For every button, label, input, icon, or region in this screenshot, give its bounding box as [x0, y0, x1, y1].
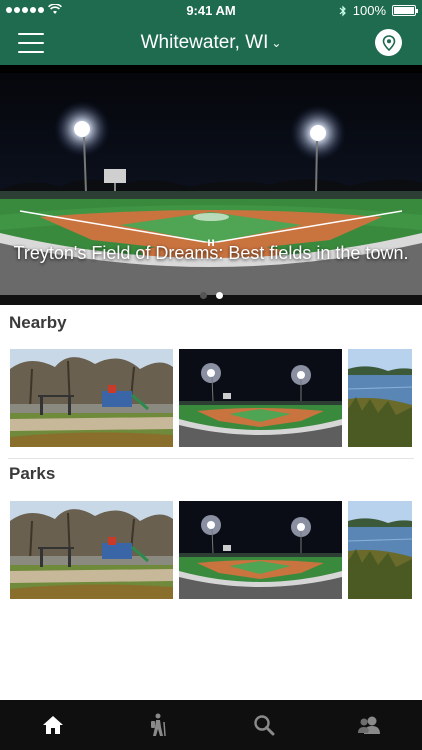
location-selector[interactable]: Whitewater, WI ⌄	[0, 32, 422, 54]
search-icon	[254, 715, 275, 736]
parks-item-lake[interactable]	[348, 501, 412, 599]
parks-item-playground[interactable]	[10, 501, 173, 599]
hiker-icon	[151, 713, 166, 737]
carousel-page-indicator[interactable]	[0, 292, 422, 299]
status-bar: 9:41 AM 100%	[0, 0, 422, 22]
baseball-field-photo: H	[0, 65, 422, 305]
tab-hike[interactable]	[106, 700, 212, 750]
tab-friends[interactable]	[317, 700, 422, 750]
users-icon	[358, 716, 381, 734]
lake-photo	[348, 349, 412, 447]
playground-photo	[10, 501, 173, 599]
nearby-item-lake[interactable]	[348, 349, 412, 447]
carousel-dot-2[interactable]	[215, 292, 223, 299]
section-title-parks: Parks	[9, 464, 56, 483]
hero-carousel[interactable]: H Treyton's Field of Dreams: Best fields…	[0, 65, 422, 305]
baseball-field-photo	[179, 501, 342, 599]
nav-title: Whitewater, WI	[140, 32, 269, 53]
home-icon	[42, 716, 63, 734]
parks-row[interactable]	[10, 501, 412, 599]
carousel-dot-1[interactable]	[199, 292, 207, 299]
nearby-row[interactable]	[10, 349, 412, 447]
bluetooth-icon	[339, 5, 346, 16]
location-pin-icon[interactable]	[375, 29, 402, 56]
section-title-nearby: Nearby	[9, 313, 67, 332]
baseball-field-photo	[179, 349, 342, 447]
nav-bar: Whitewater, WI ⌄	[0, 22, 422, 65]
tab-bar	[0, 700, 422, 750]
nearby-item-baseball-field[interactable]	[179, 349, 342, 447]
section-divider	[8, 458, 414, 459]
tab-home[interactable]	[0, 700, 106, 750]
parks-item-baseball-field[interactable]	[179, 501, 342, 599]
status-right: 100%	[339, 3, 418, 18]
chevron-down-icon: ⌄	[271, 35, 282, 50]
tab-search[interactable]	[211, 700, 317, 750]
hero-caption: Treyton's Field of Dreams: Best fields i…	[13, 243, 409, 263]
lake-photo	[348, 501, 412, 599]
battery-percent: 100%	[352, 3, 386, 18]
battery-icon	[392, 5, 418, 16]
nearby-item-playground[interactable]	[10, 349, 173, 447]
playground-photo	[10, 349, 173, 447]
